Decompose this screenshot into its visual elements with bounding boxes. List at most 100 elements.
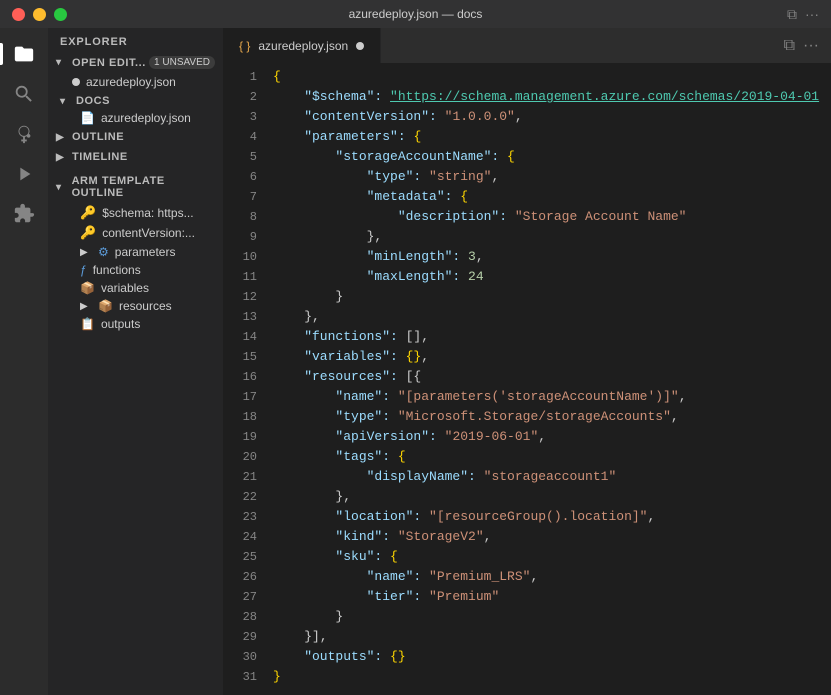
docs-chevron: ▾	[60, 96, 72, 107]
line-num-23: 23	[231, 507, 257, 527]
line-num-3: 3	[231, 107, 257, 127]
arm-variables-item[interactable]: 📦 variables	[48, 279, 223, 297]
code-line-4: "parameters": {	[273, 127, 811, 147]
code-line-6: "type": "string",	[273, 167, 811, 187]
code-line-24: "kind": "StorageV2",	[273, 527, 811, 547]
activity-bar	[0, 28, 48, 695]
code-content: 1 2 3 4 5 6 7 8 9 10 11 12 13 14 15 16 1	[223, 63, 831, 691]
line-num-20: 20	[231, 447, 257, 467]
gear-icon: ⚙	[98, 245, 109, 259]
arm-functions-item[interactable]: ƒ functions	[48, 261, 223, 279]
line-num-28: 28	[231, 607, 257, 627]
timeline-label: TIMELINE	[72, 151, 128, 163]
code-editor[interactable]: 1 2 3 4 5 6 7 8 9 10 11 12 13 14 15 16 1	[223, 63, 831, 695]
line-num-17: 17	[231, 387, 257, 407]
explorer-activity-icon[interactable]	[6, 36, 42, 72]
titlebar: azuredeploy.json — docs ⧉ ···	[0, 0, 831, 28]
functions-icon: ƒ	[80, 263, 87, 277]
code-line-10: "minLength": 3,	[273, 247, 811, 267]
arm-template-outline-section: ▾ ARM TEMPLATE OUTLINE 🔑 $schema: https.…	[48, 171, 223, 333]
code-line-23: "location": "[resourceGroup().location]"…	[273, 507, 811, 527]
line-num-2: 2	[231, 87, 257, 107]
tab-filename: azuredeploy.json	[258, 39, 348, 53]
line-num-11: 11	[231, 267, 257, 287]
window-controls[interactable]	[12, 8, 67, 21]
arm-parameters-label: parameters	[115, 245, 176, 259]
code-line-20: "tags": {	[273, 447, 811, 467]
more-actions-icon[interactable]: ···	[805, 6, 819, 23]
docs-section[interactable]: ▾ DOCS	[48, 91, 223, 109]
docs-file-item[interactable]: 📄 azuredeploy.json	[48, 109, 223, 127]
code-line-9: },	[273, 227, 811, 247]
source-control-activity-icon[interactable]	[6, 116, 42, 152]
modified-dot	[72, 78, 80, 86]
code-line-19: "apiVersion": "2019-06-01",	[273, 427, 811, 447]
titlebar-actions: ⧉ ···	[787, 6, 819, 23]
split-view-icon[interactable]: ⧉	[784, 37, 795, 55]
resources-icon: 📦	[98, 299, 113, 313]
open-editors-section[interactable]: ▾ OPEN EDIT... 1 UNSAVED	[48, 52, 223, 73]
parameters-chevron: ▶	[80, 247, 92, 258]
line-num-9: 9	[231, 227, 257, 247]
variables-icon: 📦	[80, 281, 95, 295]
key-icon-2: 🔑	[80, 225, 96, 241]
line-num-15: 15	[231, 347, 257, 367]
code-line-25: "sku": {	[273, 547, 811, 567]
minimize-button[interactable]	[33, 8, 46, 21]
arm-variables-label: variables	[101, 281, 149, 295]
outline-label: OUTLINE	[72, 131, 124, 143]
editor-tab[interactable]: { } azuredeploy.json	[223, 28, 381, 63]
code-line-28: }	[273, 607, 811, 627]
line-num-31: 31	[231, 667, 257, 687]
code-line-31: }	[273, 667, 811, 687]
open-editors-title: ▾ OPEN EDIT...	[56, 57, 146, 69]
more-tab-actions-icon[interactable]: ···	[803, 37, 819, 55]
line-num-5: 5	[231, 147, 257, 167]
code-line-13: },	[273, 307, 811, 327]
code-line-26: "name": "Premium_LRS",	[273, 567, 811, 587]
outline-chevron: ▶	[56, 132, 68, 143]
outputs-icon: 📋	[80, 317, 95, 331]
arm-outputs-item[interactable]: 📋 outputs	[48, 315, 223, 333]
arm-outputs-label: outputs	[101, 317, 140, 331]
line-num-30: 30	[231, 647, 257, 667]
arm-resources-item[interactable]: ▶ 📦 resources	[48, 297, 223, 315]
code-line-5: "storageAccountName": {	[273, 147, 811, 167]
line-num-24: 24	[231, 527, 257, 547]
code-line-18: "type": "Microsoft.Storage/storageAccoun…	[273, 407, 811, 427]
arm-schema-label: $schema: https...	[102, 206, 193, 220]
extensions-activity-icon[interactable]	[6, 196, 42, 232]
timeline-section[interactable]: ▶ TIMELINE	[48, 147, 223, 167]
code-line-3: "contentVersion": "1.0.0.0",	[273, 107, 811, 127]
code-line-29: }],	[273, 627, 811, 647]
close-button[interactable]	[12, 8, 25, 21]
explorer-header: EXPLORER	[48, 28, 223, 52]
line-num-13: 13	[231, 307, 257, 327]
split-editor-icon[interactable]: ⧉	[787, 6, 797, 23]
code-line-21: "displayName": "storageaccount1"	[273, 467, 811, 487]
code-line-15: "variables": {},	[273, 347, 811, 367]
code-line-8: "description": "Storage Account Name"	[273, 207, 811, 227]
unsaved-badge: 1 UNSAVED	[149, 56, 215, 69]
code-line-16: "resources": [{	[273, 367, 811, 387]
line-num-21: 21	[231, 467, 257, 487]
arm-schema-item[interactable]: 🔑 $schema: https...	[48, 203, 223, 223]
arm-contentversion-item[interactable]: 🔑 contentVersion:...	[48, 223, 223, 243]
outline-section[interactable]: ▶ OUTLINE	[48, 127, 223, 147]
tab-actions: ⧉ ···	[784, 28, 831, 63]
code-line-1: {	[273, 67, 811, 87]
line-num-26: 26	[231, 567, 257, 587]
code-line-17: "name": "[parameters('storageAccountName…	[273, 387, 811, 407]
arm-parameters-item[interactable]: ▶ ⚙ parameters	[48, 243, 223, 261]
arm-functions-label: functions	[93, 263, 141, 277]
code-line-22: },	[273, 487, 811, 507]
open-editor-file[interactable]: azuredeploy.json	[48, 73, 223, 91]
run-activity-icon[interactable]	[6, 156, 42, 192]
line-num-8: 8	[231, 207, 257, 227]
maximize-button[interactable]	[54, 8, 67, 21]
code-lines: { "$schema": "https://schema.management.…	[273, 67, 831, 687]
open-editors-chevron: ▾	[56, 57, 68, 68]
arm-outline-header[interactable]: ▾ ARM TEMPLATE OUTLINE	[48, 171, 223, 203]
search-activity-icon[interactable]	[6, 76, 42, 112]
line-num-27: 27	[231, 587, 257, 607]
